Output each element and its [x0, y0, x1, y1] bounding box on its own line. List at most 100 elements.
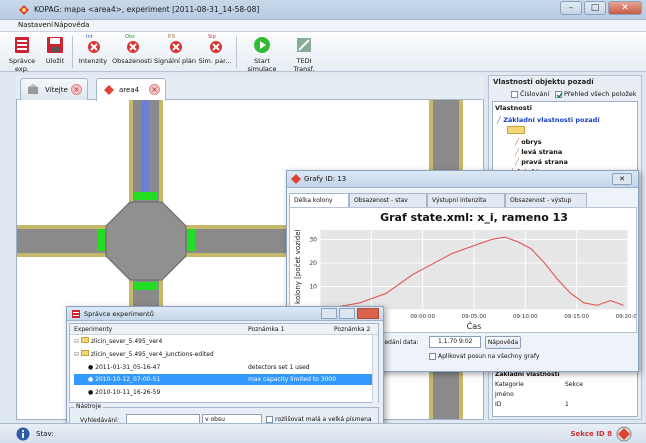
basic-properties: Základní vlastnosti Kategorie Sekce Jmén… — [492, 369, 638, 417]
tedi-transform-button[interactable]: TEDI Transf. — [286, 35, 322, 73]
chart-title: Graf state.xml: x_i, rameno 13 — [380, 211, 568, 224]
toolbar-label: Uložit — [45, 57, 65, 65]
x-tick-label: 09:20:00 — [616, 314, 636, 320]
menu-item-napoveda[interactable]: Nápověda — [54, 21, 89, 29]
title-bar: KOPAG: mapa <area4>, experiment [2011-08… — [0, 0, 646, 20]
tree-root[interactable]: ╱ Základní vlastnosti pozadí — [497, 116, 600, 124]
menu-bar: Nastavení Nápověda — [0, 20, 646, 32]
minimize-button[interactable]: – — [560, 1, 582, 15]
option-label: Přehled všech položek — [564, 90, 637, 98]
section-title: Vlastnosti — [495, 104, 532, 112]
close-button[interactable] — [357, 308, 379, 319]
prop-key: Jméno — [495, 391, 514, 398]
sim-params-button[interactable]: Sip Sim. par... — [198, 34, 232, 65]
close-tab-icon[interactable]: × — [149, 84, 160, 95]
detector[interactable] — [134, 192, 158, 200]
y-tick-label: 10 — [309, 283, 317, 290]
detector[interactable] — [134, 282, 158, 290]
experiment-manager-icon — [12, 35, 32, 55]
column-header[interactable]: Poznámka 2 — [334, 326, 370, 333]
group-label: Nástroje — [74, 403, 104, 410]
help-button[interactable]: Nápověda — [485, 336, 521, 349]
list-item[interactable]: ⊟ zlicin_sever_5.495_ver4_junctions-edit… — [74, 349, 376, 360]
save-button[interactable]: Uložit — [42, 35, 68, 65]
option-cislovani[interactable]: Číslování — [511, 90, 549, 98]
occupancy-delete-icon: Obs — [122, 34, 142, 55]
checkbox[interactable] — [429, 353, 436, 360]
toolbar-label: Obsazenosti — [112, 57, 152, 65]
graph-window-title: Grafy ID: 13 — [304, 175, 347, 183]
minimize-button[interactable] — [321, 308, 337, 319]
option-label: rozlišovat malá a velká písmena — [275, 416, 372, 423]
tab-area4[interactable]: area4 × — [96, 78, 166, 101]
save-icon — [45, 35, 65, 55]
prop-value[interactable]: Sekce — [565, 381, 583, 388]
toolbar-label: Start simulace — [247, 57, 277, 73]
x-tick-label: 09:15:00 — [564, 314, 589, 320]
detector[interactable] — [187, 229, 195, 251]
intersection-octagon[interactable] — [105, 201, 187, 281]
folder-icon — [507, 126, 525, 134]
sim-params-delete-icon: Sip — [205, 34, 225, 55]
tab-obsazenost-vystup[interactable]: Obsazenost - výstup — [505, 193, 587, 207]
date-search-label: hledání data: — [379, 339, 419, 346]
column-header[interactable]: Poznámka 1 — [248, 326, 284, 333]
date-search-input[interactable]: 1.1.70 9:02 — [429, 336, 481, 348]
signal-plan-delete-icon: P.S — [165, 34, 185, 55]
tab-vitejte[interactable]: Vítejte × — [20, 78, 88, 100]
checkbox-checked[interactable] — [555, 90, 563, 98]
list-item[interactable]: ● 2011-01-31_05-16-47 detectors set 1 use… — [74, 362, 376, 373]
play-icon — [252, 35, 272, 55]
scrollbar[interactable] — [372, 335, 378, 403]
tab-vystupni-intenzita[interactable]: Výstupní intenzita — [427, 193, 505, 207]
close-tab-icon[interactable]: × — [71, 84, 82, 95]
intensity-delete-icon: Int — [83, 34, 103, 55]
toolbar-label: Správce exp. — [8, 57, 36, 73]
intensity-button[interactable]: Int Intenzity — [76, 34, 110, 65]
tree-item[interactable]: ╱ pravá strana — [515, 158, 568, 166]
maximize-button[interactable]: □ — [584, 1, 606, 15]
experiment-manager-button[interactable]: Správce exp. — [4, 35, 40, 73]
list-item[interactable]: ● 2010-10-11_16-26-59 — [74, 387, 376, 398]
signal-plan-button[interactable]: P.S Signální plán — [154, 34, 196, 65]
kopag-logo-icon — [616, 426, 632, 442]
experiment-list: Experimenty Poznámka 1 Poznámka 2 ⊟ zlic… — [69, 323, 379, 403]
tab-obsazenost-stav[interactable]: Obsazenost - stav — [349, 193, 427, 207]
list-item-selected[interactable]: ● 2010-10-12_07-00-51 max capacity limite… — [74, 374, 376, 385]
tedi-icon — [294, 35, 314, 55]
y-tick-label: 20 — [309, 260, 317, 267]
document-tabs: Vítejte × area4 × — [16, 75, 484, 101]
checkbox[interactable] — [266, 416, 273, 423]
option-label: Číslování — [520, 90, 550, 98]
option-label: Aplikovat posun na všechny grafy — [438, 353, 540, 360]
tree-item[interactable]: ╱ obrys — [515, 138, 542, 146]
tab-delka-kolony[interactable]: Délka kolony — [289, 193, 349, 208]
y-axis-label: a kolony [počet vozidel — [294, 229, 302, 310]
checkbox[interactable] — [511, 90, 518, 98]
column-header[interactable]: Experimenty — [74, 326, 112, 333]
graph-titlebar: Grafy ID: 13 ✕ — [287, 171, 638, 188]
option-prehled[interactable]: Přehled všech položek — [555, 90, 637, 98]
map-icon — [104, 85, 114, 95]
case-sensitive-option[interactable]: rozlišovat malá a velká písmena — [266, 416, 372, 423]
toolbar-label: Sim. par... — [198, 57, 232, 65]
list-item[interactable]: ⊟ zlicin_sever_5.495_ver4 — [74, 336, 376, 347]
detector[interactable] — [97, 229, 105, 251]
section-title: Základní vlastnosti — [495, 371, 560, 378]
tab-label: area4 — [119, 86, 140, 94]
close-button[interactable]: ✕ — [608, 1, 642, 15]
experiment-manager-window: Správce experimentů Experimenty Poznámka… — [66, 306, 384, 434]
manager-title: Správce experimentů — [84, 310, 154, 318]
maximize-button[interactable] — [339, 308, 355, 319]
x-tick-label: 09:00:00 — [410, 314, 435, 320]
occupancy-button[interactable]: Obs Obsazenosti — [112, 34, 152, 65]
status-label: Stav: — [36, 430, 54, 438]
tree-item[interactable]: ╱ levá strana — [515, 148, 562, 156]
menu-item-nastaveni[interactable]: Nastavení — [18, 21, 53, 29]
apply-all-option[interactable]: Aplikovat posun na všechny grafy — [429, 353, 539, 360]
close-button[interactable]: ✕ — [612, 173, 632, 185]
prop-value[interactable]: 1 — [565, 401, 569, 408]
list-header: Experimenty Poznámka 1 Poznámka 2 — [70, 324, 378, 335]
start-simulation-button[interactable]: Start simulace — [240, 35, 284, 73]
panel-title: Vlastnosti objektu pozadí — [493, 78, 594, 86]
